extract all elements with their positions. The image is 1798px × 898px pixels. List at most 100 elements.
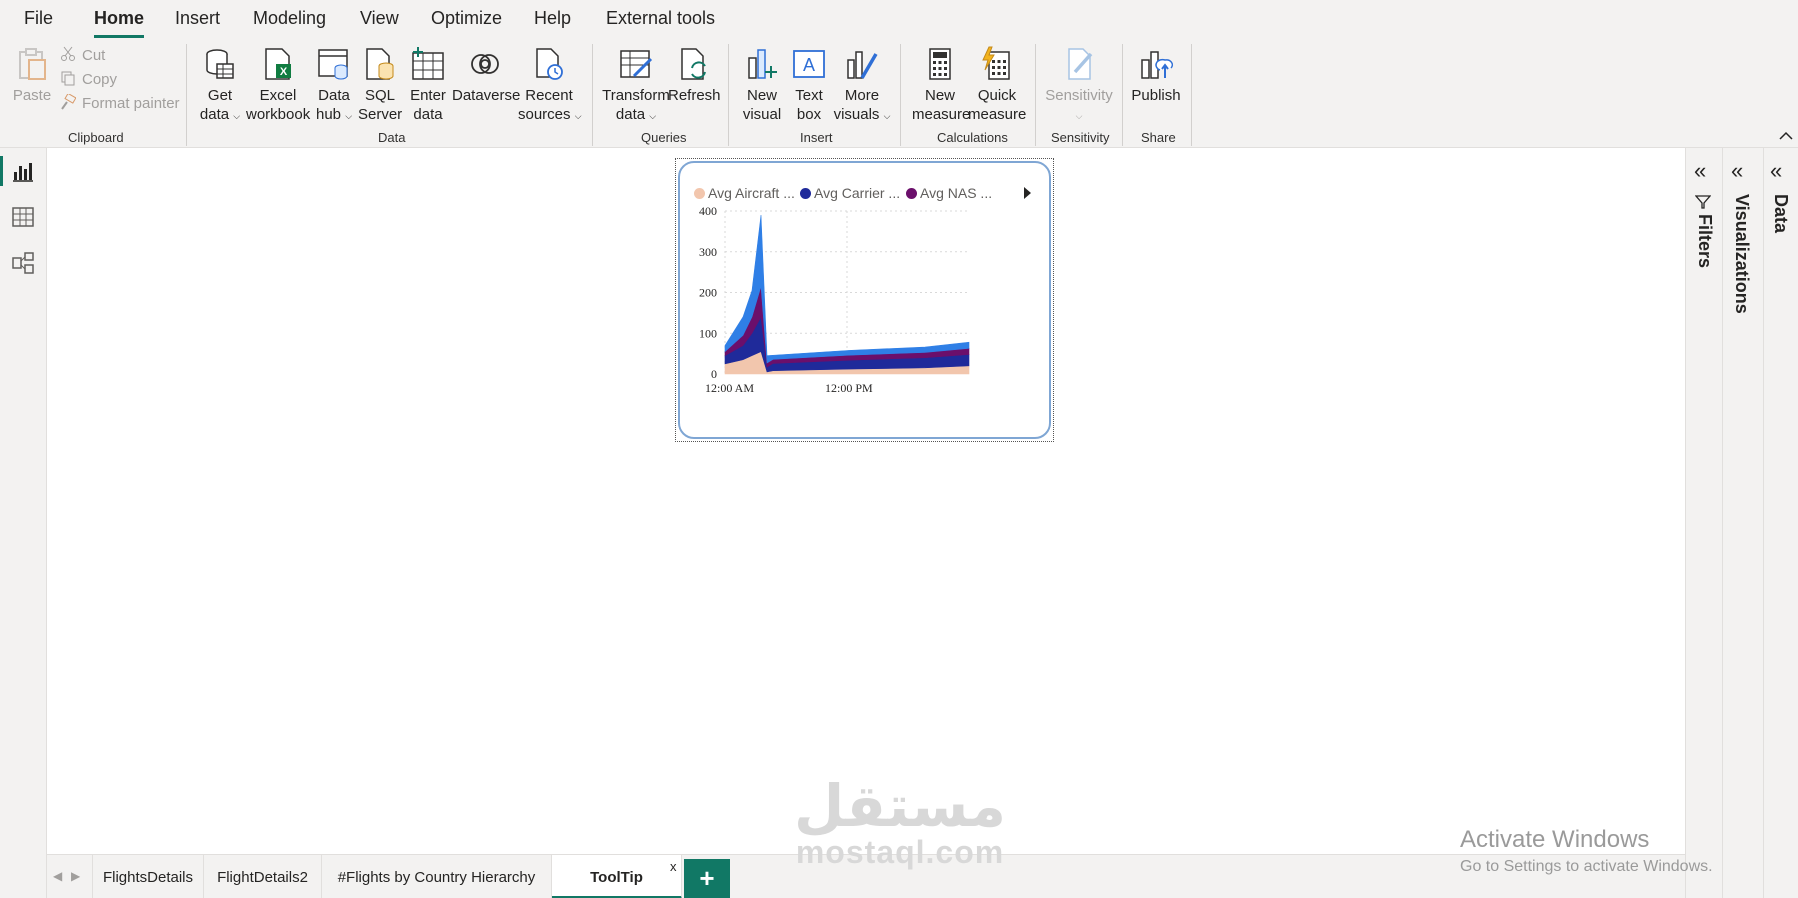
sql-server-icon bbox=[366, 48, 394, 80]
paste-icon bbox=[19, 48, 46, 80]
ribbon-divider bbox=[1035, 44, 1036, 146]
refresh-button[interactable]: Refresh bbox=[668, 38, 721, 128]
table-view-icon[interactable] bbox=[10, 204, 36, 230]
scissors-icon bbox=[61, 46, 75, 61]
left-nav bbox=[0, 148, 47, 898]
expand-data-icon[interactable]: « bbox=[1770, 158, 1782, 184]
sensitivity-icon bbox=[1068, 48, 1093, 80]
format-painter-button[interactable]: Format painter bbox=[60, 94, 180, 112]
menu-external-tools[interactable]: External tools bbox=[606, 8, 715, 29]
ribbon-divider bbox=[186, 44, 187, 146]
funnel-icon bbox=[1695, 195, 1711, 209]
paste-button[interactable]: Paste bbox=[8, 38, 56, 128]
page-tab-flights-by-country[interactable]: #Flights by Country Hierarchy bbox=[322, 855, 552, 898]
excel-label-1: Excel bbox=[259, 87, 297, 104]
cut-button[interactable]: Cut bbox=[60, 46, 105, 64]
text-box-button[interactable]: A Text box bbox=[786, 38, 832, 128]
new-measure-label-1: New bbox=[924, 87, 955, 104]
excel-workbook-button[interactable]: X Excel workbook bbox=[246, 38, 310, 128]
visualizations-pane[interactable]: « Visualizations bbox=[1722, 148, 1763, 898]
close-tab-icon[interactable]: x bbox=[670, 859, 677, 874]
ribbon: Paste Cut Copy Format painter Clipboard … bbox=[0, 38, 1798, 148]
sql-label-2: Server bbox=[358, 106, 403, 123]
scroll-tabs-right-icon[interactable]: ▶ bbox=[71, 869, 80, 883]
data-hub-icon bbox=[318, 49, 348, 80]
menu-bar: File Home Insert Modeling View Optimize … bbox=[0, 0, 1798, 38]
activate-subtitle: Go to Settings to activate Windows. bbox=[1460, 858, 1713, 875]
more-visuals-label-1: More bbox=[844, 87, 880, 104]
data-pane[interactable]: « Data bbox=[1763, 148, 1798, 898]
transform-data-icon bbox=[620, 50, 653, 78]
ribbon-divider bbox=[728, 44, 729, 146]
menu-modeling[interactable]: Modeling bbox=[253, 8, 326, 29]
chevron-down-icon: ⌵ bbox=[345, 111, 353, 121]
model-view-icon[interactable] bbox=[10, 250, 36, 276]
new-visual-label-2: visual bbox=[742, 106, 782, 123]
data-hub-label-2: hub bbox=[315, 106, 342, 123]
text-box-label-2: box bbox=[796, 106, 822, 123]
group-label-data: Data bbox=[378, 130, 406, 145]
sql-server-button[interactable]: SQL Server bbox=[358, 38, 402, 128]
y-tick-label: 400 bbox=[699, 204, 717, 218]
dataverse-label: Dataverse bbox=[452, 87, 521, 104]
scroll-tabs-left-icon[interactable]: ◀ bbox=[53, 869, 62, 883]
group-label-insert: Insert bbox=[800, 130, 833, 145]
menu-file[interactable]: File bbox=[24, 8, 53, 29]
expand-visualizations-icon[interactable]: « bbox=[1731, 158, 1743, 184]
report-view-icon[interactable] bbox=[10, 158, 36, 184]
text-box-icon: A bbox=[793, 50, 825, 78]
get-data-button[interactable]: Get data ⌵ bbox=[194, 38, 246, 128]
copy-icon bbox=[61, 71, 75, 86]
data-hub-button[interactable]: Data hub ⌵ bbox=[312, 38, 356, 128]
publish-icon bbox=[1141, 51, 1174, 79]
paste-label: Paste bbox=[12, 87, 52, 104]
new-measure-button[interactable]: New measure bbox=[912, 38, 970, 128]
paintbrush-icon bbox=[61, 94, 76, 110]
quick-measure-button[interactable]: Quick measure bbox=[968, 38, 1026, 128]
group-label-share: Share bbox=[1141, 130, 1176, 145]
menu-insert[interactable]: Insert bbox=[175, 8, 220, 29]
y-tick-label: 100 bbox=[699, 326, 717, 340]
new-visual-icon bbox=[748, 49, 777, 79]
x-tick-label: 12:00 AM bbox=[705, 381, 754, 395]
filters-pane[interactable]: « Filters bbox=[1685, 148, 1722, 898]
visual-frame: Avg Aircraft ... Avg Carrier ... Avg NAS… bbox=[678, 161, 1051, 439]
publish-button[interactable]: Publish bbox=[1128, 38, 1184, 128]
chevron-up-icon[interactable] bbox=[1778, 128, 1794, 144]
mostaql-watermark: مستقل mostaql.com bbox=[790, 775, 1010, 868]
visualizations-pane-title: Visualizations bbox=[1732, 194, 1752, 314]
chevron-down-icon: ⌵ bbox=[574, 111, 582, 121]
menu-view[interactable]: View bbox=[360, 8, 399, 29]
menu-home[interactable]: Home bbox=[94, 8, 145, 38]
menu-optimize[interactable]: Optimize bbox=[431, 8, 502, 29]
expand-filters-icon[interactable]: « bbox=[1694, 158, 1706, 184]
add-page-button[interactable]: + bbox=[684, 859, 730, 898]
page-tab-tooltip[interactable]: ToolTip bbox=[552, 855, 682, 898]
svg-text:X: X bbox=[280, 66, 288, 78]
recent-sources-button[interactable]: Recent sources ⌵ bbox=[518, 38, 582, 128]
new-visual-button[interactable]: New visual bbox=[738, 38, 786, 128]
copy-button[interactable]: Copy bbox=[60, 70, 117, 88]
menu-help[interactable]: Help bbox=[534, 8, 571, 29]
area-chart-visual[interactable]: Avg Aircraft ... Avg Carrier ... Avg NAS… bbox=[675, 158, 1054, 442]
publish-label: Publish bbox=[1131, 87, 1181, 104]
y-tick-label: 300 bbox=[699, 245, 717, 259]
chevron-down-icon: ⌵ bbox=[883, 111, 891, 121]
y-tick-label: 200 bbox=[699, 286, 717, 300]
dataverse-button[interactable]: Dataverse bbox=[452, 38, 521, 128]
more-visuals-button[interactable]: More visuals ⌵ bbox=[832, 38, 892, 128]
page-tab-flightsdetails[interactable]: FlightsDetails bbox=[92, 855, 204, 898]
chevron-down-icon: ⌵ bbox=[233, 111, 241, 121]
page-tab-flightdetails2[interactable]: FlightDetails2 bbox=[204, 855, 322, 898]
excel-icon: X bbox=[265, 48, 291, 80]
group-label-sensitivity: Sensitivity bbox=[1051, 130, 1110, 145]
sensitivity-button[interactable]: Sensitivity ⌵ bbox=[1042, 38, 1116, 128]
transform-data-button[interactable]: Transform data ⌵ bbox=[602, 38, 670, 128]
data-pane-title: Data bbox=[1771, 194, 1791, 234]
enter-data-button[interactable]: Enter data bbox=[404, 38, 452, 128]
more-visuals-icon bbox=[847, 51, 878, 79]
table-plus-icon bbox=[412, 47, 444, 80]
activate-title: Activate Windows bbox=[1460, 826, 1650, 853]
refresh-label: Refresh bbox=[668, 87, 721, 104]
copy-label: Copy bbox=[82, 71, 118, 88]
